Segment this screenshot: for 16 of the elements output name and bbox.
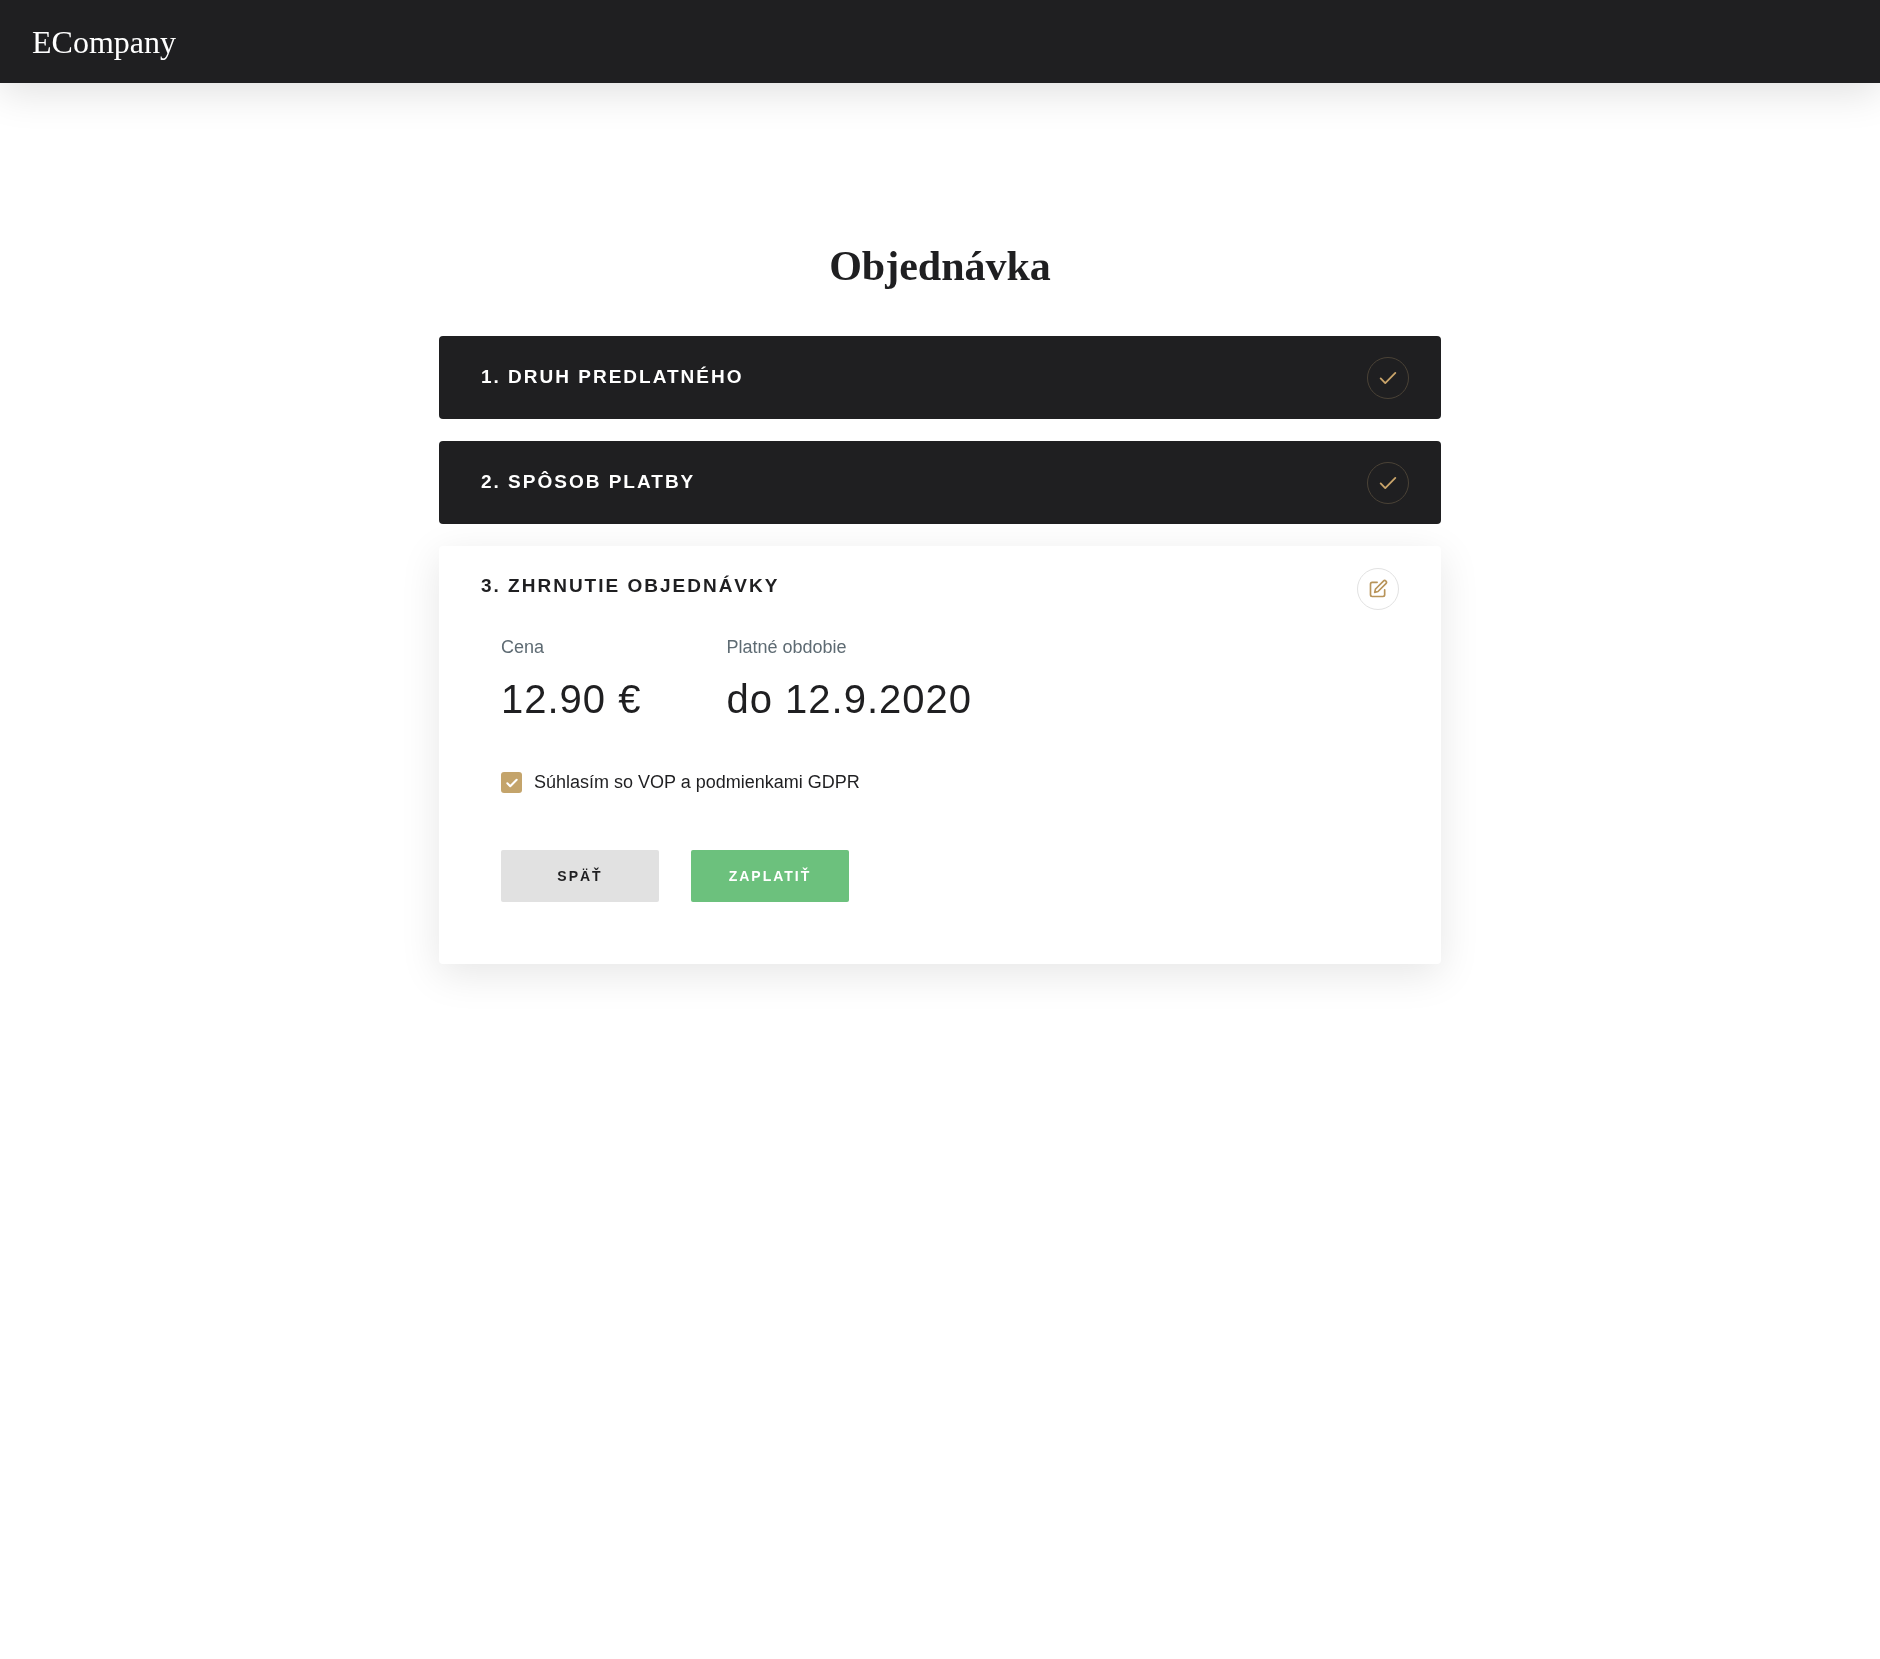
- step-title: 2. SPÔSOB PLATBY: [481, 470, 696, 495]
- back-button[interactable]: SPÄŤ: [501, 850, 659, 902]
- logo[interactable]: ECompany: [32, 17, 176, 66]
- field-value: do 12.9.2020: [726, 676, 973, 723]
- step-title: 3. ZHRNUTIE OBJEDNÁVKY: [481, 574, 780, 598]
- agreement-checkbox[interactable]: [501, 772, 522, 793]
- step-bar[interactable]: 1. DRUH PREDLATNÉHO: [439, 336, 1441, 419]
- field-label: Cena: [501, 636, 546, 659]
- step-bar[interactable]: 2. SPÔSOB PLATBY: [439, 441, 1441, 524]
- page-title: Objednávka: [828, 242, 1052, 291]
- field-value: 12.90 €: [501, 676, 642, 723]
- step-title: 1. DRUH PREDLATNÉHO: [481, 365, 744, 390]
- pencil-icon: [1368, 579, 1388, 599]
- agreement-label: Súhlasím so VOP a podmienkami GDPR: [534, 771, 860, 794]
- edit-button[interactable]: [1357, 568, 1399, 610]
- field-label: Platné obdobie: [726, 636, 848, 659]
